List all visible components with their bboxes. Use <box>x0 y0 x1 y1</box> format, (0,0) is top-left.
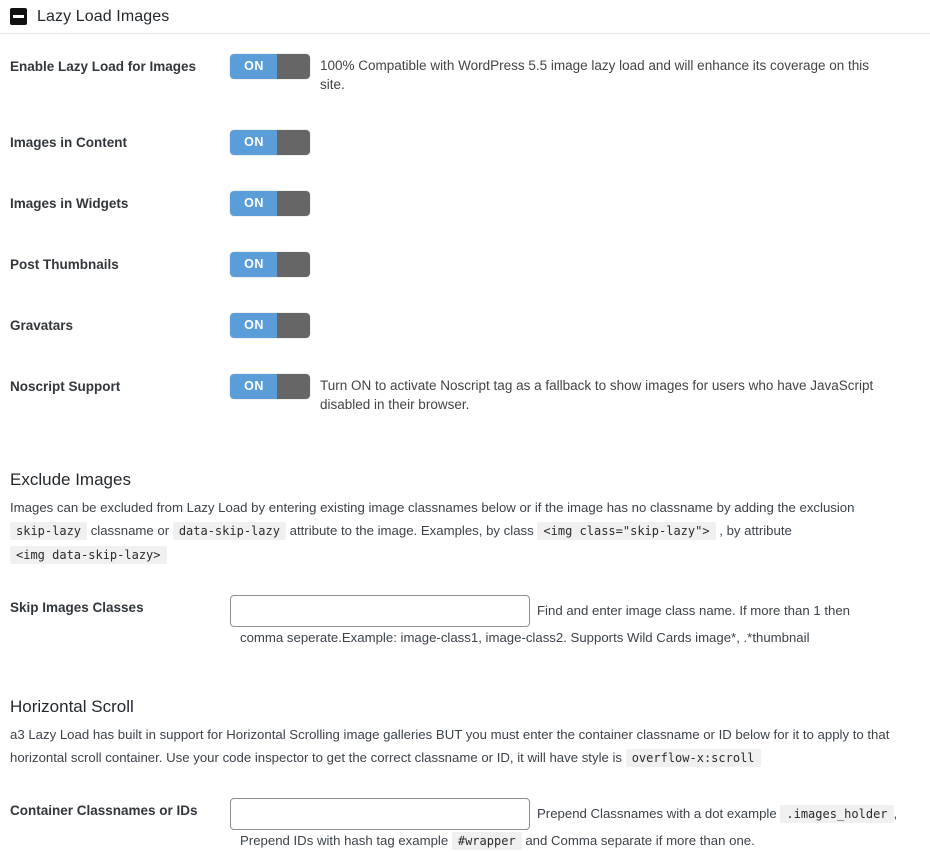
toggle-enable-lazy-load[interactable]: ON <box>230 54 310 79</box>
setting-label: Gravatars <box>10 318 74 333</box>
code-chip-data-skip-lazy: data-skip-lazy <box>172 522 286 540</box>
setting-row-container-classnames: Container Classnames or IDs Prepend Clas… <box>0 798 930 830</box>
setting-description: Turn ON to activate Noscript tag as a fa… <box>320 378 874 412</box>
horizontal-scroll-description: a3 Lazy Load has built in support for Ho… <box>10 723 920 770</box>
skip-images-classes-help-below: comma seperate.Example: image-class1, im… <box>240 630 810 645</box>
panel-header: Lazy Load Images <box>0 0 930 34</box>
setting-row-skip-images-classes: Skip Images Classes Find and enter image… <box>0 595 930 627</box>
setting-label: Skip Images Classes <box>10 600 144 615</box>
setting-label: Images in Content <box>10 135 128 150</box>
setting-label: Noscript Support <box>10 379 121 394</box>
desc-text-part: attribute to the image. Examples, by cla… <box>289 523 534 538</box>
code-chip-img-data-skip-lazy: <img data-skip-lazy> <box>10 546 167 564</box>
section-heading-exclude-images: Exclude Images <box>10 470 131 489</box>
setting-label: Post Thumbnails <box>10 257 119 272</box>
setting-row-noscript-support: Noscript Support ON Turn ON to activate … <box>0 374 930 414</box>
setting-label: Images in Widgets <box>10 196 129 211</box>
container-classnames-input[interactable] <box>230 798 530 830</box>
section-heading-horizontal-scroll: Horizontal Scroll <box>10 697 134 716</box>
toggle-state-label: ON <box>244 318 264 332</box>
toggle-state-label: ON <box>244 59 264 73</box>
code-chip-skip-lazy: skip-lazy <box>10 522 88 540</box>
toggle-state-label: ON <box>244 379 264 393</box>
toggle-images-in-widgets[interactable]: ON <box>230 191 310 216</box>
skip-images-classes-input[interactable] <box>230 595 530 627</box>
desc-text-part: Images can be excluded from Lazy Load by… <box>10 500 855 515</box>
toggle-knob <box>277 313 310 338</box>
help-text-part: Prepend Classnames with a dot example <box>537 806 777 821</box>
page-title: Lazy Load Images <box>37 7 170 25</box>
toggle-images-in-content[interactable]: ON <box>230 130 310 155</box>
setting-row-post-thumbnails: Post Thumbnails ON <box>0 252 930 277</box>
container-classnames-help-below: Prepend IDs with hash tag example #wrapp… <box>230 830 930 852</box>
toggle-knob <box>277 54 310 79</box>
toggle-state-label: ON <box>244 135 264 149</box>
help-text-part: Prepend IDs with hash tag example <box>240 833 449 848</box>
toggle-knob <box>277 191 310 216</box>
toggle-state-label: ON <box>244 257 264 271</box>
setting-row-images-in-content: Images in Content ON <box>0 130 930 155</box>
help-text-part: and Comma separate if more than one. <box>525 833 755 848</box>
setting-label: Container Classnames or IDs <box>10 803 198 818</box>
code-chip-overflow-x-scroll: overflow-x:scroll <box>625 749 761 767</box>
setting-row-enable-lazy-load: Enable Lazy Load for Images ON 100% Comp… <box>0 54 930 94</box>
toggle-gravatars[interactable]: ON <box>230 313 310 338</box>
minus-square-icon[interactable] <box>10 8 27 25</box>
help-text-part: , <box>893 806 898 821</box>
code-chip-img-class-skip-lazy: <img class="skip-lazy"> <box>537 522 716 540</box>
container-classnames-help: Prepend Classnames with a dot example .i… <box>537 798 897 826</box>
exclude-images-description: Images can be excluded from Lazy Load by… <box>10 496 920 567</box>
toggle-knob <box>277 252 310 277</box>
code-chip-images-holder: .images_holder <box>780 805 894 823</box>
desc-text-part: classname or <box>90 523 170 538</box>
setting-label: Enable Lazy Load for Images <box>10 59 197 74</box>
skip-images-classes-help: Find and enter image class name. If more… <box>537 603 851 618</box>
toggle-noscript-support[interactable]: ON <box>230 374 310 399</box>
toggle-state-label: ON <box>244 196 264 210</box>
code-chip-wrapper: #wrapper <box>451 832 522 850</box>
toggle-knob <box>277 374 310 399</box>
toggle-knob <box>277 130 310 155</box>
setting-row-gravatars: Gravatars ON <box>0 313 930 338</box>
setting-row-images-in-widgets: Images in Widgets ON <box>0 191 930 216</box>
desc-text-part: , by attribute <box>719 523 792 538</box>
toggle-post-thumbnails[interactable]: ON <box>230 252 310 277</box>
setting-description: 100% Compatible with WordPress 5.5 image… <box>320 58 870 92</box>
